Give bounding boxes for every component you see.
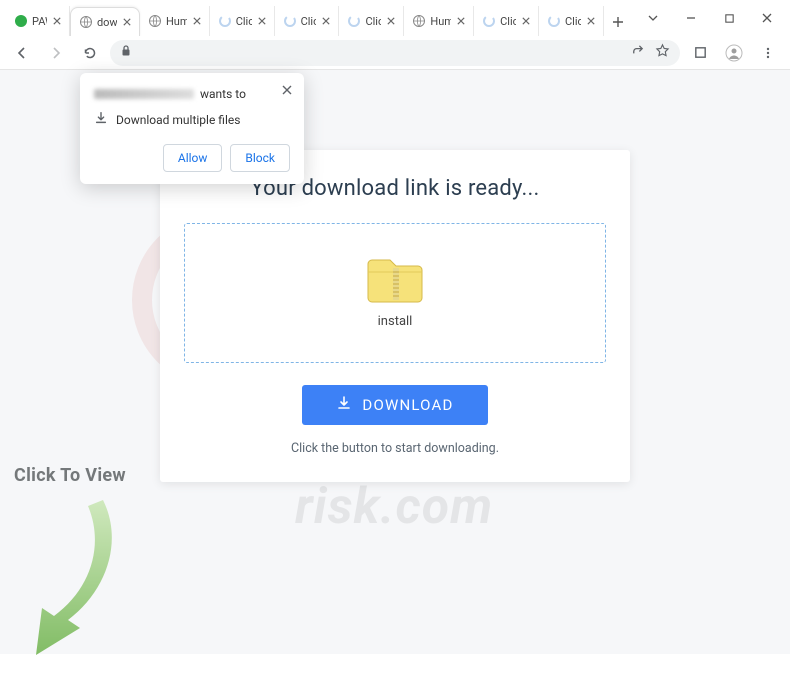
- close-icon[interactable]: [320, 15, 332, 27]
- prompt-origin: wants to: [94, 87, 290, 101]
- globe-icon: [148, 14, 162, 28]
- address-actions: [630, 43, 670, 62]
- tab-download[interactable]: dowlo: [70, 7, 140, 36]
- spinner-icon: [547, 14, 561, 28]
- tab-click-2[interactable]: Click: [275, 6, 340, 36]
- wants-to-label: wants to: [200, 87, 246, 101]
- tab-label: Click: [301, 15, 317, 28]
- blurred-domain: [94, 89, 194, 99]
- close-icon[interactable]: [520, 15, 532, 27]
- forward-button[interactable]: [42, 39, 70, 67]
- maximize-button[interactable]: [710, 4, 748, 32]
- chevron-down-icon[interactable]: [634, 4, 672, 32]
- spinner-icon: [347, 14, 361, 28]
- close-icon[interactable]: [191, 15, 203, 27]
- globe-icon: [79, 15, 93, 29]
- lock-icon: [120, 44, 132, 61]
- file-preview-box: install: [184, 223, 606, 363]
- tab-paw[interactable]: PAW: [6, 6, 70, 36]
- reload-button[interactable]: [76, 39, 104, 67]
- block-button[interactable]: Block: [230, 144, 290, 172]
- spinner-icon: [482, 14, 496, 28]
- spinner-icon: [218, 14, 232, 28]
- download-hint: Click the button to start downloading.: [184, 441, 606, 456]
- prompt-message: Download multiple files: [116, 113, 240, 127]
- page-content: PC risk.com Your download link is ready.…: [0, 70, 790, 654]
- globe-icon: [412, 14, 426, 28]
- tab-label: Huma: [430, 15, 451, 28]
- extensions-button[interactable]: [686, 39, 714, 67]
- file-label: install: [378, 314, 413, 329]
- share-icon[interactable]: [630, 43, 645, 62]
- menu-button[interactable]: [754, 39, 782, 67]
- prompt-message-row: Download multiple files: [94, 111, 290, 128]
- tab-click-3[interactable]: Click: [339, 6, 404, 36]
- tab-label: dowlo: [97, 16, 117, 29]
- tab-huma-2[interactable]: Huma: [404, 6, 474, 36]
- window-controls: [630, 0, 790, 36]
- address-bar[interactable]: [110, 40, 680, 66]
- permission-prompt: wants to Download multiple files Allow B…: [80, 73, 304, 184]
- zip-folder-icon: [366, 258, 424, 304]
- download-card: Your download link is ready... install D…: [160, 150, 630, 482]
- prompt-actions: Allow Block: [94, 144, 290, 172]
- close-icon[interactable]: [256, 15, 268, 27]
- close-icon[interactable]: [51, 15, 63, 27]
- tab-click-5[interactable]: Click: [539, 6, 604, 36]
- watermark-text: risk.com: [295, 478, 493, 536]
- tab-label: PAW: [32, 15, 47, 28]
- tab-huma-1[interactable]: Huma: [140, 6, 210, 36]
- new-tab-button[interactable]: [606, 8, 630, 36]
- tab-label: Click: [565, 15, 581, 28]
- download-icon: [94, 111, 108, 128]
- titlebar: PAW dowlo Huma Click: [0, 0, 790, 36]
- close-icon[interactable]: [455, 15, 467, 27]
- favicon-paw: [14, 14, 28, 28]
- minimize-button[interactable]: [672, 4, 710, 32]
- download-button-label: DOWNLOAD: [362, 396, 453, 414]
- tab-label: Click: [365, 15, 381, 28]
- star-icon[interactable]: [655, 43, 670, 62]
- close-window-button[interactable]: [748, 4, 786, 32]
- allow-button[interactable]: Allow: [163, 144, 223, 172]
- close-icon[interactable]: [121, 16, 133, 28]
- close-icon[interactable]: [585, 15, 597, 27]
- download-icon: [336, 395, 352, 415]
- tab-label: Click: [500, 15, 516, 28]
- download-button[interactable]: DOWNLOAD: [302, 385, 488, 425]
- tab-label: Click: [236, 15, 252, 28]
- spinner-icon: [283, 14, 297, 28]
- tab-strip: PAW dowlo Huma Click: [6, 0, 630, 36]
- tab-label: Huma: [166, 15, 187, 28]
- tab-click-4[interactable]: Click: [474, 6, 539, 36]
- back-button[interactable]: [8, 39, 36, 67]
- profile-button[interactable]: [720, 39, 748, 67]
- close-icon[interactable]: [278, 81, 296, 99]
- arrow-down-icon: [8, 480, 138, 680]
- toolbar: [0, 36, 790, 70]
- tab-click-1[interactable]: Click: [210, 6, 275, 36]
- close-icon[interactable]: [385, 15, 397, 27]
